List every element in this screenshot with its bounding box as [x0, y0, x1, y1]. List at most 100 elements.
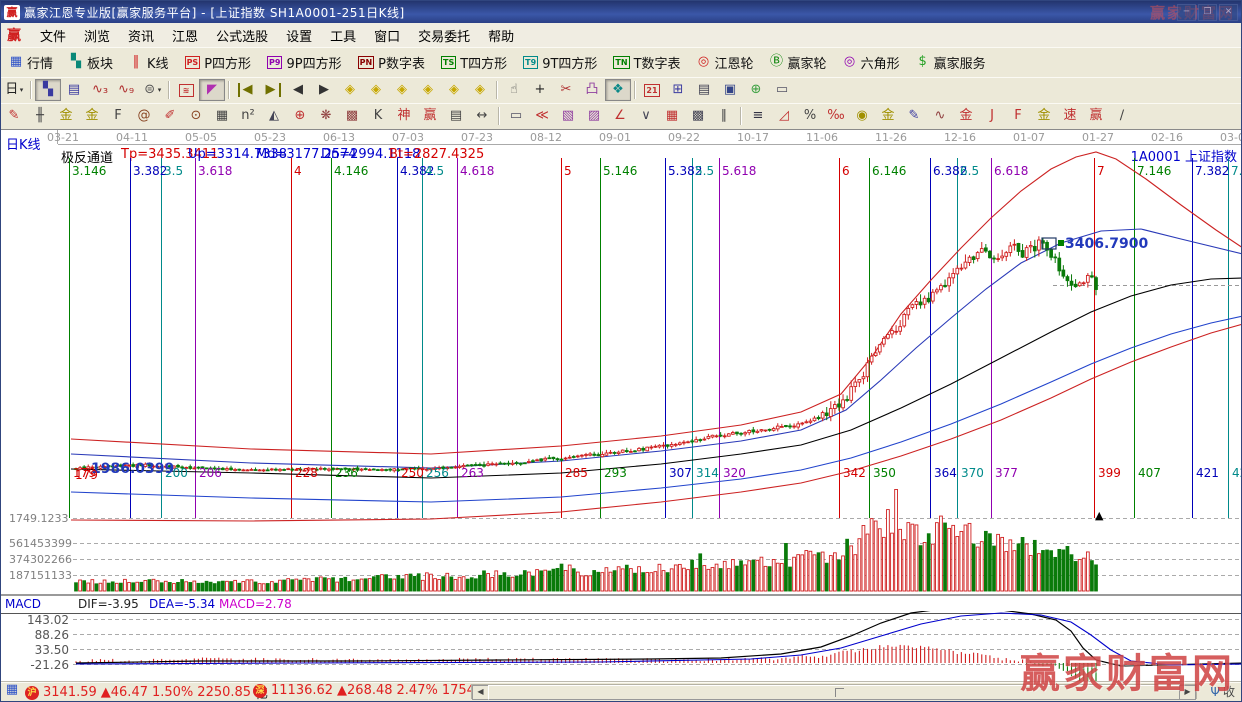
- kline-button[interactable]: ‖K线: [122, 50, 176, 75]
- h-zoom-out-button[interactable]: ◈: [415, 79, 441, 101]
- save-button[interactable]: ▣: [717, 79, 743, 101]
- drag-hand-button[interactable]: ☝: [501, 79, 527, 101]
- pattern-kline-button[interactable]: ≋: [173, 79, 199, 101]
- last-page-button[interactable]: ▶: [259, 79, 285, 101]
- spider-web-button[interactable]: ❋: [313, 105, 339, 127]
- calendar-button[interactable]: 21: [639, 79, 665, 101]
- window-layout-button[interactable]: ▚: [35, 79, 61, 101]
- menu-trade-entrust[interactable]: 交易委托: [409, 24, 479, 47]
- gold-circle-button[interactable]: ◉: [849, 105, 875, 127]
- scroll-left-button[interactable]: ◈: [337, 79, 363, 101]
- w-line-button[interactable]: ∕: [1109, 105, 1135, 127]
- time-price-grid-button[interactable]: ╫: [27, 105, 53, 127]
- t-number-table-button[interactable]: TNT数字表: [606, 50, 687, 75]
- print-button[interactable]: ▭: [769, 79, 795, 101]
- page-next-button[interactable]: ▶: [311, 79, 337, 101]
- zigzag-wave-button[interactable]: ∨: [633, 105, 659, 127]
- period-daily-dropdown-button[interactable]: 日▾: [1, 79, 27, 101]
- scroll-right-button[interactable]: ◈: [363, 79, 389, 101]
- p9-square-button[interactable]: P99P四方形: [260, 50, 349, 75]
- menu-tools[interactable]: 工具: [321, 24, 365, 47]
- close-button[interactable]: ✕: [1219, 4, 1238, 21]
- smart-analysis-button[interactable]: ❖: [605, 79, 631, 101]
- maximize-button[interactable]: ❐: [1198, 4, 1217, 21]
- speed-line-button[interactable]: 速: [1057, 105, 1083, 127]
- count-grid-button[interactable]: ▤: [443, 105, 469, 127]
- menu-formula-select[interactable]: 公式选股: [207, 24, 277, 47]
- mirror-fold-button[interactable]: ◭: [261, 105, 287, 127]
- calculator-button[interactable]: ⊞: [665, 79, 691, 101]
- mini-chart-3-button[interactable]: ∿₃: [87, 79, 113, 101]
- square-of-nine-button[interactable]: n²: [235, 105, 261, 127]
- k-quote-ruler-button[interactable]: K: [365, 105, 391, 127]
- crosshair-cursor-button[interactable]: +: [527, 79, 553, 101]
- dense-grid-button[interactable]: ▦: [209, 105, 235, 127]
- t9-square-button[interactable]: T99T四方形: [516, 50, 604, 75]
- square-web-button[interactable]: ▩: [339, 105, 365, 127]
- shanghai-quote[interactable]: 沪 3141.59 ▲46.47 1.50% 2250.85亿: [25, 683, 268, 702]
- fan-box-button[interactable]: ▧: [555, 105, 581, 127]
- p-square-button[interactable]: PSP四方形: [178, 50, 258, 75]
- rect-box-button[interactable]: ▭: [503, 105, 529, 127]
- gann-fan-button[interactable]: ≪: [529, 105, 555, 127]
- status-quotes-icon[interactable]: ▦: [5, 683, 19, 697]
- percent-retrace-button[interactable]: ◿: [771, 105, 797, 127]
- gold-red-button[interactable]: 金: [953, 105, 979, 127]
- win-angle-button[interactable]: 赢: [1083, 105, 1109, 127]
- notepad-button[interactable]: ▤: [691, 79, 717, 101]
- macd-chart-canvas[interactable]: [1, 611, 1242, 685]
- first-page-button[interactable]: ◀: [233, 79, 259, 101]
- v-zoom-in-button[interactable]: ◈: [441, 79, 467, 101]
- t-square-button[interactable]: TST四方形: [434, 50, 514, 75]
- shen-ruler-button[interactable]: 神: [391, 105, 417, 127]
- percent-levels-button[interactable]: ‰: [823, 105, 849, 127]
- menu-news[interactable]: 资讯: [119, 24, 163, 47]
- measure-scissors-button[interactable]: ✂: [553, 79, 579, 101]
- chip-tool-button[interactable]: 凸: [579, 79, 605, 101]
- gold-grid-2-button[interactable]: 金: [79, 105, 105, 127]
- menu-settings[interactable]: 设置: [277, 24, 321, 47]
- menu-window[interactable]: 窗口: [365, 24, 409, 47]
- j-line-button[interactable]: J: [979, 105, 1005, 127]
- span-measure-button[interactable]: ↔: [469, 105, 495, 127]
- shade-box-button[interactable]: ▨: [581, 105, 607, 127]
- winner-service-button[interactable]: $赢家服务: [909, 50, 993, 75]
- gann-compass-button[interactable]: ⊕: [287, 105, 313, 127]
- hexagon-button[interactable]: ◎六角形: [836, 50, 907, 75]
- page-prev-button[interactable]: ◀: [285, 79, 311, 101]
- gold-levels-button[interactable]: 金: [875, 105, 901, 127]
- gold-grid-button[interactable]: 金: [53, 105, 79, 127]
- f-line-button[interactable]: F: [1005, 105, 1031, 127]
- winner-wheel-button[interactable]: Ⓑ赢家轮: [763, 50, 834, 75]
- grid-red-button[interactable]: ▦: [659, 105, 685, 127]
- trend-angle-button[interactable]: ∠: [607, 105, 633, 127]
- menu-file[interactable]: 文件: [31, 24, 75, 47]
- cycle-dropdown-button[interactable]: ⊜▾: [139, 79, 165, 101]
- kline-chart-canvas[interactable]: [1, 130, 1242, 594]
- shenzhen-quote[interactable]: 深 11136.62 ▲268.48 2.47% 1754.37: [253, 683, 496, 698]
- color-kline-button[interactable]: ◤: [199, 79, 225, 101]
- fib-levels-button[interactable]: ≡: [745, 105, 771, 127]
- ying-ruler-button[interactable]: 赢: [417, 105, 443, 127]
- scrollbar-thumb[interactable]: [488, 685, 1182, 700]
- gann-wheel-button[interactable]: ◎江恩轮: [690, 50, 761, 75]
- wave-tool-button[interactable]: ∿: [927, 105, 953, 127]
- minimize-button[interactable]: ─: [1177, 4, 1196, 21]
- pen-levels-button[interactable]: ✎: [901, 105, 927, 127]
- parallel-channel-button[interactable]: ∥: [711, 105, 737, 127]
- menu-help[interactable]: 帮助: [479, 24, 523, 47]
- quotes-button[interactable]: ▦行情: [2, 50, 60, 75]
- draw-pen-button[interactable]: ✎: [1, 105, 27, 127]
- menu-gann[interactable]: 江恩: [163, 24, 207, 47]
- sectors-button[interactable]: ▚板块: [62, 50, 120, 75]
- spiral-tool-button[interactable]: @: [131, 105, 157, 127]
- draw-pen-2-button[interactable]: ✐: [157, 105, 183, 127]
- fib-grid-button[interactable]: F: [105, 105, 131, 127]
- time-circle-button[interactable]: ⊙: [183, 105, 209, 127]
- mini-chart-9-button[interactable]: ∿₉: [113, 79, 139, 101]
- horizontal-scrollbar[interactable]: ◀ ▶: [471, 684, 1197, 699]
- f10-info-button[interactable]: ▤: [61, 79, 87, 101]
- h-zoom-in-button[interactable]: ◈: [389, 79, 415, 101]
- gold-angle-button[interactable]: 金: [1031, 105, 1057, 127]
- p-number-table-button[interactable]: PNP数字表: [351, 50, 432, 75]
